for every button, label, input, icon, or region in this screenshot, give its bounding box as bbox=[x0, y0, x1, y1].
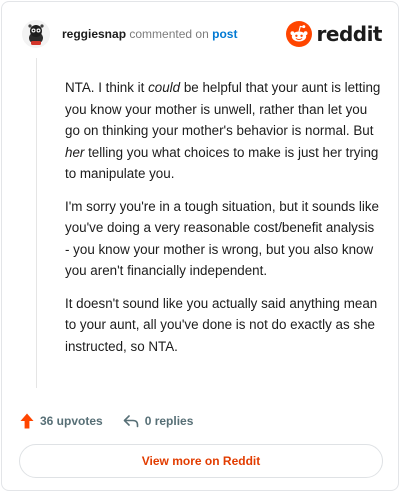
comment-header: reggiesnap commented on post reddit bbox=[22, 20, 383, 50]
thread-line bbox=[36, 58, 37, 388]
view-more-on-reddit-button[interactable]: View more on Reddit bbox=[19, 444, 383, 478]
username-link[interactable]: reggiesnap bbox=[62, 27, 126, 41]
reddit-logo-icon bbox=[285, 21, 312, 47]
byline: reggiesnap commented on post bbox=[62, 27, 237, 41]
comment-body: NTA. I think it could be helpful that yo… bbox=[65, 77, 381, 368]
comment-actions: 36 upvotes 0 replies bbox=[20, 411, 193, 431]
upvote-arrow-icon bbox=[20, 413, 34, 429]
comment-paragraph-1: NTA. I think it could be helpful that yo… bbox=[65, 80, 381, 181]
reddit-brand[interactable]: reddit bbox=[285, 20, 383, 48]
comment-paragraph-2: I'm sorry you're in a tough situation, b… bbox=[65, 198, 380, 279]
post-link[interactable]: post bbox=[212, 27, 237, 41]
upvote-button[interactable]: 36 upvotes bbox=[20, 413, 103, 429]
reply-arrow-icon bbox=[123, 415, 139, 428]
comment-paragraph-3: It doesn't sound like you actually said … bbox=[65, 295, 378, 354]
avatar-icon bbox=[22, 20, 50, 48]
replies-button[interactable]: 0 replies bbox=[103, 414, 194, 428]
reddit-wordmark: reddit bbox=[316, 22, 383, 46]
commented-on-text: commented on bbox=[129, 27, 209, 41]
comment-embed-card: reggiesnap commented on post reddit NTA.… bbox=[1, 1, 399, 491]
upvotes-count: 36 upvotes bbox=[40, 414, 103, 428]
replies-count: 0 replies bbox=[144, 414, 194, 428]
avatar[interactable] bbox=[22, 20, 50, 48]
